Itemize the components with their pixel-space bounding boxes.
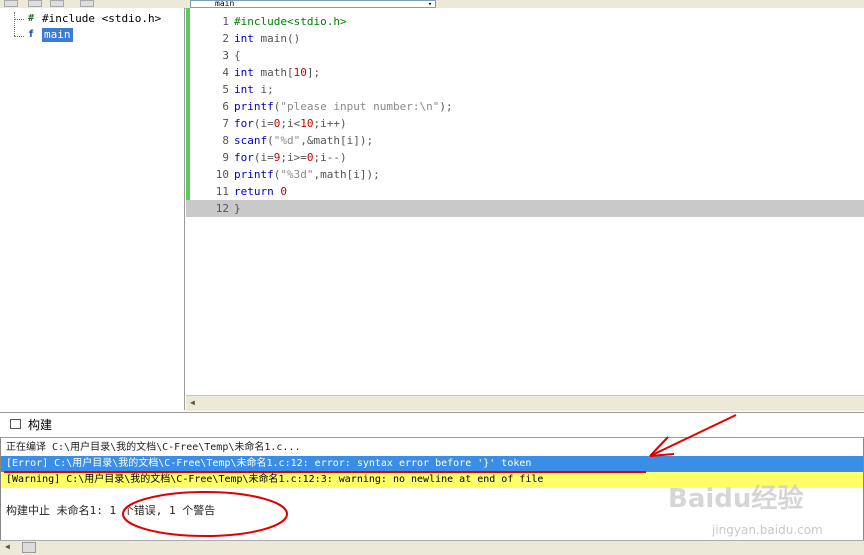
build-panel-header: 构建 bbox=[0, 412, 864, 438]
line-number: 8 bbox=[222, 134, 229, 147]
line-number: 9 bbox=[222, 151, 229, 164]
code-text: scanf("%d",&math[i]); bbox=[234, 134, 374, 147]
line-number: 11 bbox=[215, 185, 229, 198]
view-button[interactable] bbox=[80, 0, 94, 7]
scroll-left-icon[interactable]: ◀ bbox=[190, 398, 195, 407]
line-number: 4 bbox=[222, 66, 229, 79]
sort-button[interactable] bbox=[4, 0, 18, 7]
code-text: return 0 bbox=[234, 185, 287, 198]
line-number: 12 bbox=[215, 202, 229, 215]
function-select-value: main bbox=[215, 0, 235, 8]
code-line[interactable]: 2 int main() bbox=[186, 30, 864, 47]
code-line[interactable]: 12} bbox=[186, 200, 864, 217]
line-number: 10 bbox=[215, 168, 229, 181]
code-lines: 1 #include<stdio.h> 2 int main() 3{4 int math… bbox=[186, 13, 864, 217]
code-text: printf("%3d",math[i]); bbox=[234, 168, 380, 181]
line-number: 7 bbox=[222, 117, 229, 130]
tree-item-label: #include <stdio.h> bbox=[42, 12, 162, 25]
code-text: int i; bbox=[234, 83, 274, 96]
baidu-watermark: Baidu经验 bbox=[668, 484, 804, 514]
function-icon: f bbox=[27, 29, 35, 40]
code-text: printf("please input number:\n"); bbox=[234, 100, 453, 113]
code-line[interactable]: 8 scanf("%d",&math[i]); bbox=[186, 132, 864, 149]
tree-item-main[interactable]: f main bbox=[24, 28, 73, 42]
tree-item-label: main bbox=[42, 28, 73, 42]
include-icon: # bbox=[27, 13, 35, 24]
chevron-down-icon[interactable]: ▾ bbox=[425, 1, 435, 7]
line-number: 6 bbox=[222, 100, 229, 113]
code-line[interactable]: 4 int math[10]; bbox=[186, 64, 864, 81]
code-text: #include<stdio.h> bbox=[234, 15, 347, 28]
code-line[interactable]: 11 return 0 bbox=[186, 183, 864, 200]
tree-connector bbox=[14, 12, 15, 36]
code-line[interactable]: 6 printf("please input number:\n"); bbox=[186, 98, 864, 115]
code-text: for(i=9;i>=0;i--) bbox=[234, 151, 347, 164]
function-select[interactable]: main ▾ bbox=[190, 0, 436, 8]
build-message-compiling[interactable]: 正在编译 C:\用户目录\我的文档\C-Free\Temp\未命名1.c... bbox=[1, 440, 863, 456]
scrollbar-thumb[interactable] bbox=[22, 542, 36, 553]
tree-item-include[interactable]: # #include <stdio.h> bbox=[24, 12, 161, 26]
baidu-watermark-url: jingyan.baidu.com bbox=[712, 523, 823, 537]
code-text: int main() bbox=[234, 32, 301, 45]
code-text: int math[10]; bbox=[234, 66, 321, 79]
tab-build[interactable]: 构建 bbox=[28, 417, 52, 433]
jump-button[interactable] bbox=[50, 0, 64, 7]
code-line[interactable]: 1 #include<stdio.h> bbox=[186, 13, 864, 30]
tree-connector bbox=[14, 36, 24, 37]
build-message-error[interactable]: [Error] C:\用户目录\我的文档\C-Free\Temp\未命名1.c:… bbox=[1, 456, 863, 472]
code-line[interactable]: 3{ bbox=[186, 47, 864, 64]
editor-horizontal-scrollbar[interactable]: ◀ bbox=[186, 395, 864, 411]
code-text: } bbox=[234, 202, 241, 215]
code-text: for(i=0;i<10;i++) bbox=[234, 117, 347, 130]
code-line[interactable]: 10 printf("%3d",math[i]); bbox=[186, 166, 864, 183]
tree-connector bbox=[14, 19, 24, 20]
code-line[interactable]: 5 int i; bbox=[186, 81, 864, 98]
build-horizontal-scrollbar[interactable]: ◀ bbox=[0, 540, 864, 555]
line-number: 3 bbox=[222, 49, 229, 62]
line-number: 5 bbox=[222, 83, 229, 96]
code-line[interactable]: 7 for(i=0;i<10;i++) bbox=[186, 115, 864, 132]
line-number: 2 bbox=[222, 32, 229, 45]
goto-button[interactable] bbox=[28, 0, 42, 7]
scroll-left-icon[interactable]: ◀ bbox=[5, 542, 10, 551]
code-line[interactable]: 9 for(i=9;i>=0;i--) bbox=[186, 149, 864, 166]
symbol-tree-panel: # #include <stdio.h> f main bbox=[0, 8, 185, 410]
line-number: 1 bbox=[222, 15, 229, 28]
code-text: { bbox=[234, 49, 241, 62]
code-editor[interactable]: 1 #include<stdio.h> 2 int main() 3{4 int math… bbox=[186, 8, 864, 395]
build-icon bbox=[10, 419, 21, 429]
